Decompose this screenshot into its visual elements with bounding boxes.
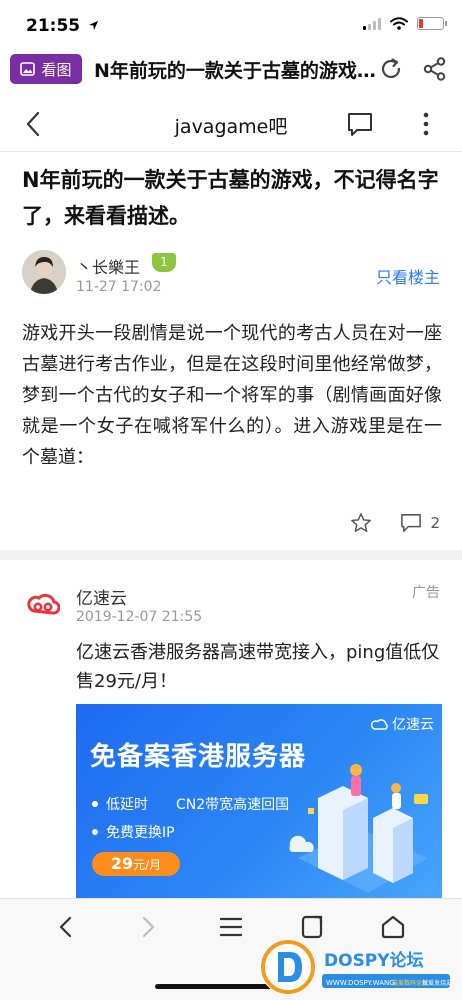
banner-price-unit: 元/月 (133, 858, 162, 872)
banner-feature-1a: 低延时 (106, 797, 148, 813)
status-time-text: 21:55 (26, 16, 81, 36)
reply-count: 2 (430, 514, 440, 532)
watermark-tag2: 就爱发烧友 (422, 979, 452, 987)
browser-forward-icon[interactable] (134, 913, 162, 941)
banner-feature-1b: CN2带宽高速回国 (176, 797, 290, 813)
ad-advertiser-name[interactable]: 亿速云 (76, 584, 127, 609)
browser-bar: 看图 N年前玩的一款关于古墓的游戏，不记得名字了，来看看描述。 (0, 46, 462, 92)
watermark-url: WWW.DOSPY.WANG (326, 979, 395, 987)
avatar-image (22, 250, 66, 294)
banner-brand-text: 亿速云 (392, 717, 434, 733)
top-nav: javagame吧 (0, 96, 462, 152)
location-arrow-icon (88, 20, 99, 31)
banner-price-num: 29 (110, 854, 134, 873)
post-actions: 2 (350, 512, 440, 534)
view-image-label: 看图 (41, 60, 72, 79)
post-body: 游戏开头一段剧情是说一个现代的考古人员在对一座古墓进行考古作业，但是在这段时间里… (22, 323, 442, 468)
cellular-signal-icon (363, 17, 381, 30)
banner-feature-2: 免费更换IP (92, 822, 175, 842)
cloud-logo-icon (371, 719, 388, 730)
reply-comment-icon (401, 514, 422, 532)
banner-feature-1: 低延时 CN2带宽高速回国 (92, 794, 289, 814)
reply-button[interactable]: 2 (400, 513, 440, 533)
refresh-icon[interactable] (378, 56, 404, 82)
server-illustration (289, 764, 428, 893)
status-icons (363, 17, 447, 30)
view-image-button[interactable]: 看图 (10, 54, 82, 84)
banner-price-badge: 29元/月 (92, 852, 180, 876)
level-badge: 1 (152, 253, 176, 272)
star-icon[interactable] (350, 512, 372, 534)
status-bar: 21:55 (0, 0, 462, 44)
banner-headline: 免备案香港服务器 (90, 742, 307, 772)
menu-icon[interactable] (217, 913, 245, 941)
ad-banner[interactable]: 亿速云 免备案香港服务器 低延时 CN2带宽高速回国 免费更换IP 29元/月 (76, 704, 442, 900)
yisu-cloud-logo (27, 593, 60, 615)
only-op-button[interactable]: 只看楼主 (376, 264, 440, 288)
battery-icon (417, 17, 447, 30)
ad-date: 2019-12-07 21:55 (76, 609, 203, 625)
dospy-watermark: DOSPY论坛 WWW.DOSPY.WANG 最爱数码论坛 就爱发烧友 (260, 939, 452, 995)
banner-feature-2-text: 免费更换IP (106, 825, 175, 841)
image-icon (20, 62, 36, 76)
forum-name[interactable]: javagame吧 (0, 112, 462, 139)
comment-icon[interactable] (346, 110, 374, 138)
author-name[interactable]: 丶长樂王 (76, 254, 140, 278)
post-title: N年前玩的一款关于古墓的游戏，不记得名字了，来看看描述。 (22, 168, 439, 228)
author-avatar[interactable] (22, 250, 66, 294)
browser-back-icon[interactable] (52, 913, 80, 941)
section-divider (0, 550, 462, 560)
wifi-icon (390, 17, 408, 30)
more-options-icon[interactable] (412, 110, 440, 138)
post-date: 11-27 17:02 (76, 279, 162, 295)
ad-tag: 广告 (412, 585, 440, 601)
browser-page-title: N年前玩的一款关于古墓的游戏，不记得名字了，来看看描述。 (94, 59, 376, 82)
banner-brand: 亿速云 (371, 714, 434, 734)
ad-text[interactable]: 亿速云香港服务器高速带宽接入，ping值低仅售29元/月！ (76, 638, 448, 696)
watermark-brand: DOSPY论坛 (324, 950, 424, 971)
status-time: 21:55 (26, 16, 99, 36)
share-icon[interactable] (422, 56, 448, 82)
